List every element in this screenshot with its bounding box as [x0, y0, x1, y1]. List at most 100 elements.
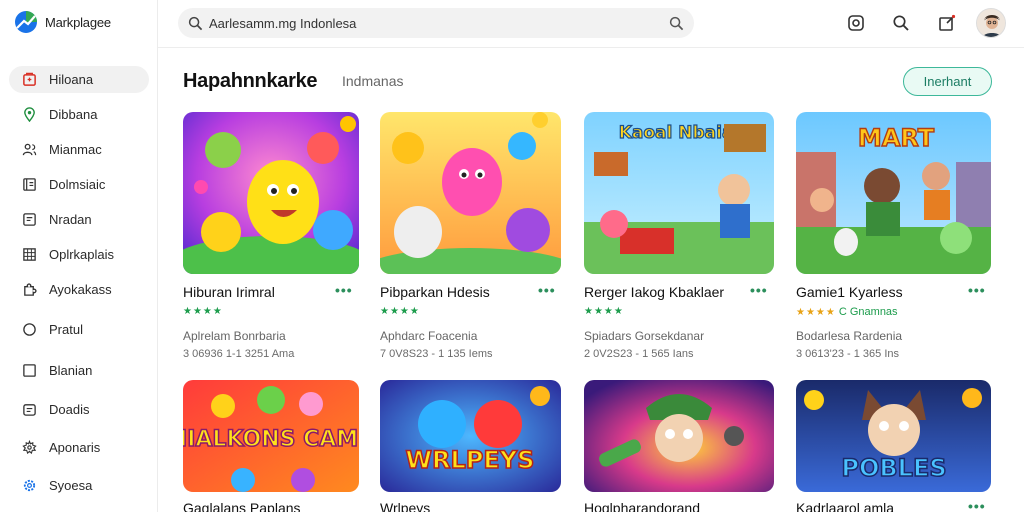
grid-icon [21, 247, 37, 263]
sidebar: Markplagee Hiloana Dibbana Mianmac Dolms… [0, 0, 158, 512]
more-options-icon[interactable]: ••• [968, 282, 986, 298]
search-icon [188, 16, 203, 30]
folder-icon [21, 402, 37, 418]
sidebar-item-label: Oplrkaplais [49, 247, 115, 262]
sidebar-item-hiloana[interactable]: Hiloana [9, 66, 149, 93]
app-title[interactable]: Rerger Iakog Kbaklaer [584, 284, 724, 300]
people-icon [21, 142, 37, 158]
avatar[interactable] [976, 8, 1006, 38]
thumb-banner-text: WRLPEYS [406, 446, 535, 474]
store-icon [21, 72, 37, 88]
search-input[interactable] [209, 15, 669, 31]
sidebar-item-label: Syoesa [49, 478, 93, 493]
rating-stars: ★★★★ C Gnamnas [796, 306, 898, 318]
edit-icon[interactable] [936, 12, 958, 34]
puzzle-icon [21, 282, 37, 298]
rating-text: C Gnamnas [838, 306, 898, 318]
sidebar-item-label: Doadis [49, 402, 90, 417]
rating-stars: ★★★★ [584, 306, 624, 317]
app-developer: Bodarlesa Rardenia [796, 329, 903, 343]
top-bar [158, 0, 1024, 48]
sidebar-item-syoesa[interactable]: Syoesa [9, 472, 149, 499]
box-icon [21, 363, 37, 379]
page-title: Hapahnnkarke [183, 70, 318, 92]
app-logo[interactable]: Markplagee [14, 10, 111, 34]
app-card[interactable]: WRLPEYS Wrlpeys [380, 380, 562, 512]
thumb-banner-text: HIALKONS CAME [183, 427, 359, 452]
sidebar-item-dolmsiaic[interactable]: Dolmsiaic [9, 171, 149, 198]
sidebar-item-label: Pratul [49, 322, 83, 337]
primary-action-button[interactable]: Inerhant [903, 67, 992, 96]
thumb-banner-text: POBLES [841, 454, 946, 482]
sidebar-item-oplrkaplais[interactable]: Oplrkaplais [9, 241, 149, 268]
sidebar-item-doadis[interactable]: Doadis [9, 396, 149, 423]
app-title[interactable]: Gamie1 Kyarless [796, 284, 903, 300]
more-options-icon[interactable]: ••• [750, 282, 768, 298]
app-title[interactable]: Wrlpeys [380, 500, 430, 512]
location-pin-icon [21, 107, 37, 123]
app-title[interactable]: Hiburan Irimral [183, 284, 275, 300]
search-bar[interactable] [178, 8, 694, 38]
sidebar-item-pratul[interactable]: Pratul [9, 316, 149, 343]
app-meta: 7 0V8S23 - 1 135 Iems [380, 348, 493, 360]
app-title[interactable]: Pibparkan Hdesis [380, 284, 490, 300]
app-card[interactable]: Kaoal Nbaial Rerger Iakog Kbaklaer ••• ★… [584, 112, 774, 362]
app-developer: Aphdarc Foacenia [380, 329, 478, 343]
library-icon [21, 177, 37, 193]
sidebar-item-nradan[interactable]: Nradan [9, 206, 149, 233]
sidebar-item-label: Hiloana [49, 72, 94, 87]
sidebar-item-label: Dibbana [49, 107, 98, 122]
app-meta: 3 06936 1-1 3251 Ama [183, 348, 295, 360]
app-title[interactable]: Kadrlaarol amla [796, 500, 894, 512]
app-card[interactable]: HIALKONS CAME Gaglalans Paplans [183, 380, 360, 512]
search-submit-icon[interactable] [669, 16, 684, 31]
sidebar-item-mianmac[interactable]: Mianmac [9, 136, 149, 163]
settings-icon [21, 440, 37, 456]
thumb-banner-text: MART [858, 124, 935, 152]
thumb-banner-text: Kaoal Nbaial [619, 123, 740, 143]
sidebar-item-blanian[interactable]: Blanian [9, 357, 149, 384]
app-card[interactable]: Hiburan Irimral ••• ★★★★ Aplrelam Bonrba… [183, 112, 360, 362]
search-icon[interactable] [890, 12, 912, 34]
app-card[interactable]: POBLES Kadrlaarol amla ••• [796, 380, 992, 512]
more-options-icon[interactable]: ••• [968, 498, 986, 512]
app-meta: 2 0V2S23 - 1 565 Ians [584, 348, 694, 360]
app-card[interactable]: Pibparkan Hdesis ••• ★★★★ Aphdarc Foacen… [380, 112, 562, 362]
app-card[interactable]: Hoglpharandorand [584, 380, 774, 512]
app-developer: Spiadars Gorsekdanar [584, 329, 705, 343]
sidebar-nav: Hiloana Dibbana Mianmac Dolmsiaic Nradan… [9, 66, 149, 499]
app-thumbnail[interactable] [183, 112, 359, 274]
sidebar-item-label: Aponaris [49, 440, 101, 455]
camera-icon[interactable] [845, 12, 867, 34]
app-thumbnail[interactable] [584, 380, 774, 492]
rating-stars: ★★★★ [380, 306, 420, 317]
sidebar-item-ayokakass[interactable]: Ayokakass [9, 276, 149, 303]
app-thumbnail[interactable]: MART [796, 112, 991, 274]
sidebar-item-label: Mianmac [49, 142, 102, 157]
sidebar-item-label: Nradan [49, 212, 92, 227]
sidebar-item-aponaris[interactable]: Aponaris [9, 434, 149, 461]
sidebar-item-label: Dolmsiaic [49, 177, 106, 192]
app-title: Markplagee [45, 14, 111, 30]
app-title[interactable]: Gaglalans Paplans [183, 500, 301, 512]
app-thumbnail[interactable]: HIALKONS CAME [183, 380, 359, 492]
square-icon [21, 212, 37, 228]
more-options-icon[interactable]: ••• [538, 282, 556, 298]
app-thumbnail[interactable]: WRLPEYS [380, 380, 561, 492]
sidebar-item-label: Blanian [49, 363, 93, 378]
sidebar-item-label: Ayokakass [49, 282, 112, 297]
app-meta: 3 0613'23 - 1 365 Ins [796, 348, 900, 360]
page-subtitle: Indmanas [342, 73, 404, 89]
circle-icon [21, 322, 37, 338]
app-thumbnail[interactable]: POBLES [796, 380, 991, 492]
rating-stars: ★★★★ [183, 306, 223, 317]
app-card[interactable]: MART Gamie1 Kyarless ••• ★★★★ C Gnamnas B… [796, 112, 992, 362]
app-thumbnail[interactable] [380, 112, 561, 274]
logo-icon [15, 11, 37, 33]
gear-icon [21, 478, 37, 494]
more-options-icon[interactable]: ••• [335, 282, 353, 298]
app-title[interactable]: Hoglpharandorand [584, 500, 700, 512]
app-developer: Aplrelam Bonrbaria [183, 329, 286, 343]
app-thumbnail[interactable]: Kaoal Nbaial [584, 112, 774, 274]
sidebar-item-dibbana[interactable]: Dibbana [9, 101, 149, 128]
